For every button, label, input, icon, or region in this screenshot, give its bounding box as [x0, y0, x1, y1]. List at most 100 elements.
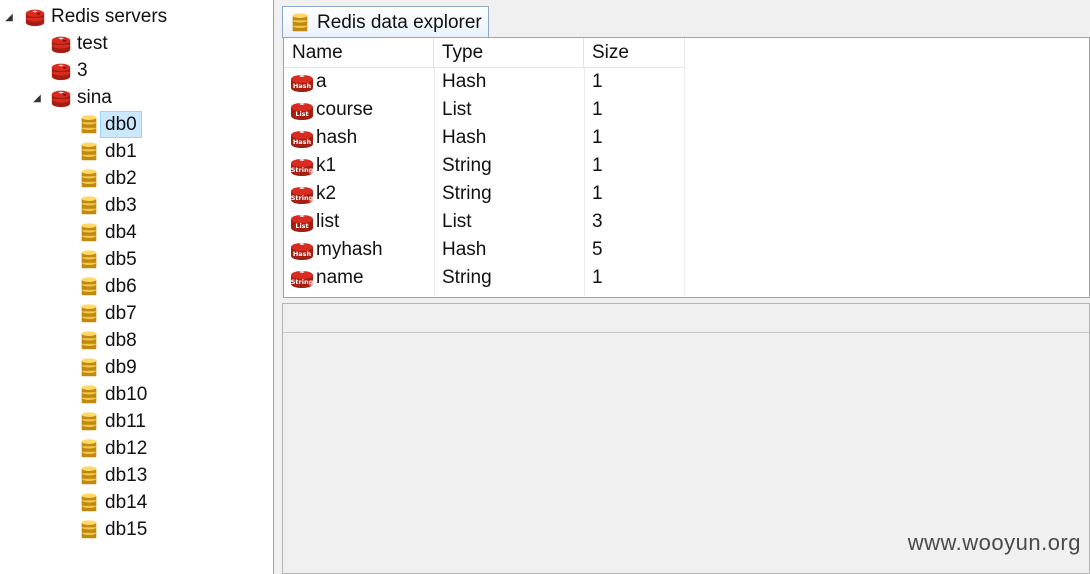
tree-database-label: db7 [105, 303, 137, 324]
column-header-size[interactable]: Size [584, 38, 685, 68]
tree-server-label: test [77, 33, 108, 54]
tree-database-label: db4 [105, 222, 137, 243]
database-icon [81, 330, 97, 349]
database-icon [81, 492, 97, 511]
table-row[interactable]: String k1 String 1 [284, 152, 684, 180]
tree-node-db1[interactable]: db1 [78, 138, 142, 165]
tree-node-db12[interactable]: db12 [78, 435, 152, 462]
table-row[interactable]: Hash myhash Hash 5 [284, 236, 684, 264]
svg-text:List: List [295, 222, 308, 230]
keys-table[interactable]: Name Type Size Hash a Hash 1 List course List 1… [283, 38, 1090, 298]
tree-server-label: sina [77, 87, 112, 108]
key-size: 1 [592, 71, 603, 92]
tree-node-server-test[interactable]: test [50, 30, 113, 57]
table-row[interactable]: List course List 1 [284, 96, 684, 124]
tree-database-label: db8 [105, 330, 137, 351]
cell-name: List list [290, 208, 339, 236]
key-name: course [316, 99, 374, 120]
tree-node-db9[interactable]: db9 [78, 354, 142, 381]
table-row[interactable]: Hash hash Hash 1 [284, 124, 684, 152]
key-size: 3 [592, 211, 603, 232]
tree-database-label: db12 [105, 438, 148, 459]
tree-node-db7[interactable]: db7 [78, 300, 142, 327]
tree-database-label: db3 [105, 195, 137, 216]
redis-logo-icon [51, 90, 71, 107]
tree-node-db0[interactable]: db0 [78, 111, 142, 138]
list-icon: List [291, 215, 313, 232]
database-icon [81, 438, 97, 457]
key-size: 1 [592, 155, 603, 176]
database-icon [81, 519, 97, 538]
tab-redis-data-explorer[interactable]: Redis data explorer [282, 6, 489, 38]
tree-database-label: db2 [105, 168, 137, 189]
collapse-arrow-icon[interactable]: ◢ [4, 12, 14, 23]
collapse-arrow-icon[interactable]: ◢ [32, 93, 42, 104]
svg-text:Hash: Hash [293, 250, 312, 258]
tree-node-db5[interactable]: db5 [78, 246, 142, 273]
tree-node-db11[interactable]: db11 [78, 408, 151, 435]
table-row[interactable]: String name String 1 [284, 264, 684, 292]
tree-node-db10[interactable]: db10 [78, 381, 152, 408]
key-type: List [442, 99, 472, 120]
key-size: 1 [592, 99, 603, 120]
string-icon: String [291, 187, 314, 204]
data-explorer-panel: Redis data explorer Name Type Size Hash a… [282, 4, 1090, 298]
svg-text:String: String [291, 278, 314, 286]
tree-node-db6[interactable]: db6 [78, 273, 142, 300]
tree-database-label: db9 [105, 357, 137, 378]
tree-node-db15[interactable]: db15 [78, 516, 152, 543]
tree-database-label: db5 [105, 249, 137, 270]
key-name: a [316, 71, 327, 92]
hash-icon: Hash [291, 131, 313, 148]
database-icon [81, 114, 97, 133]
tree-node-db14[interactable]: db14 [78, 489, 152, 516]
key-name: k1 [316, 155, 337, 176]
database-icon [81, 465, 97, 484]
column-header-type[interactable]: Type [434, 38, 584, 68]
watermark-text: www.wooyun.org [907, 530, 1081, 555]
value-viewer-toolbar [283, 304, 1089, 333]
tree-node-db8[interactable]: db8 [78, 327, 142, 354]
server-tree[interactable]: ◢ Redis servers test 3 ◢ sina db0 db1 db… [0, 0, 274, 574]
redis-logo-icon [25, 9, 45, 26]
cell-name: String k2 [290, 180, 336, 208]
database-icon [81, 141, 97, 160]
svg-text:List: List [295, 110, 308, 118]
svg-text:Hash: Hash [293, 82, 312, 90]
column-header-label: Name [292, 41, 343, 63]
database-icon [81, 303, 97, 322]
key-size: 5 [592, 239, 603, 260]
table-row[interactable]: List list List 3 [284, 208, 684, 236]
svg-text:String: String [291, 166, 314, 174]
column-separator [684, 68, 685, 296]
tree-server-label: 3 [77, 60, 88, 81]
cell-name: Hash hash [290, 124, 357, 152]
hash-icon: Hash [291, 75, 313, 92]
key-name: name [316, 267, 364, 288]
cell-name: String name [290, 264, 364, 292]
column-header-name[interactable]: Name [284, 38, 434, 68]
tree-node-db3[interactable]: db3 [78, 192, 142, 219]
database-icon [81, 249, 97, 268]
key-name: list [316, 211, 340, 232]
tree-node-db13[interactable]: db13 [78, 462, 152, 489]
database-icon [81, 357, 97, 376]
tree-node-db4[interactable]: db4 [78, 219, 142, 246]
key-type: Hash [442, 71, 487, 92]
cell-name: Hash a [290, 68, 327, 96]
tree-database-label: db10 [105, 384, 148, 405]
tree-node-db2[interactable]: db2 [78, 165, 142, 192]
tree-node-server-sina[interactable]: ◢ sina [32, 84, 117, 111]
table-row[interactable]: Hash a Hash 1 [284, 68, 684, 96]
column-header-label: Size [592, 41, 629, 63]
key-name: myhash [316, 239, 383, 260]
table-row[interactable]: String k2 String 1 [284, 180, 684, 208]
tree-database-label: db0 [100, 111, 142, 138]
key-size: 1 [592, 267, 603, 288]
list-icon: List [291, 103, 313, 120]
cell-name: List course [290, 96, 373, 124]
cell-name: Hash myhash [290, 236, 383, 264]
tree-node-server-3[interactable]: 3 [50, 57, 93, 84]
tree-node-root[interactable]: ◢ Redis servers [4, 3, 172, 30]
redis-logo-icon [51, 36, 71, 53]
